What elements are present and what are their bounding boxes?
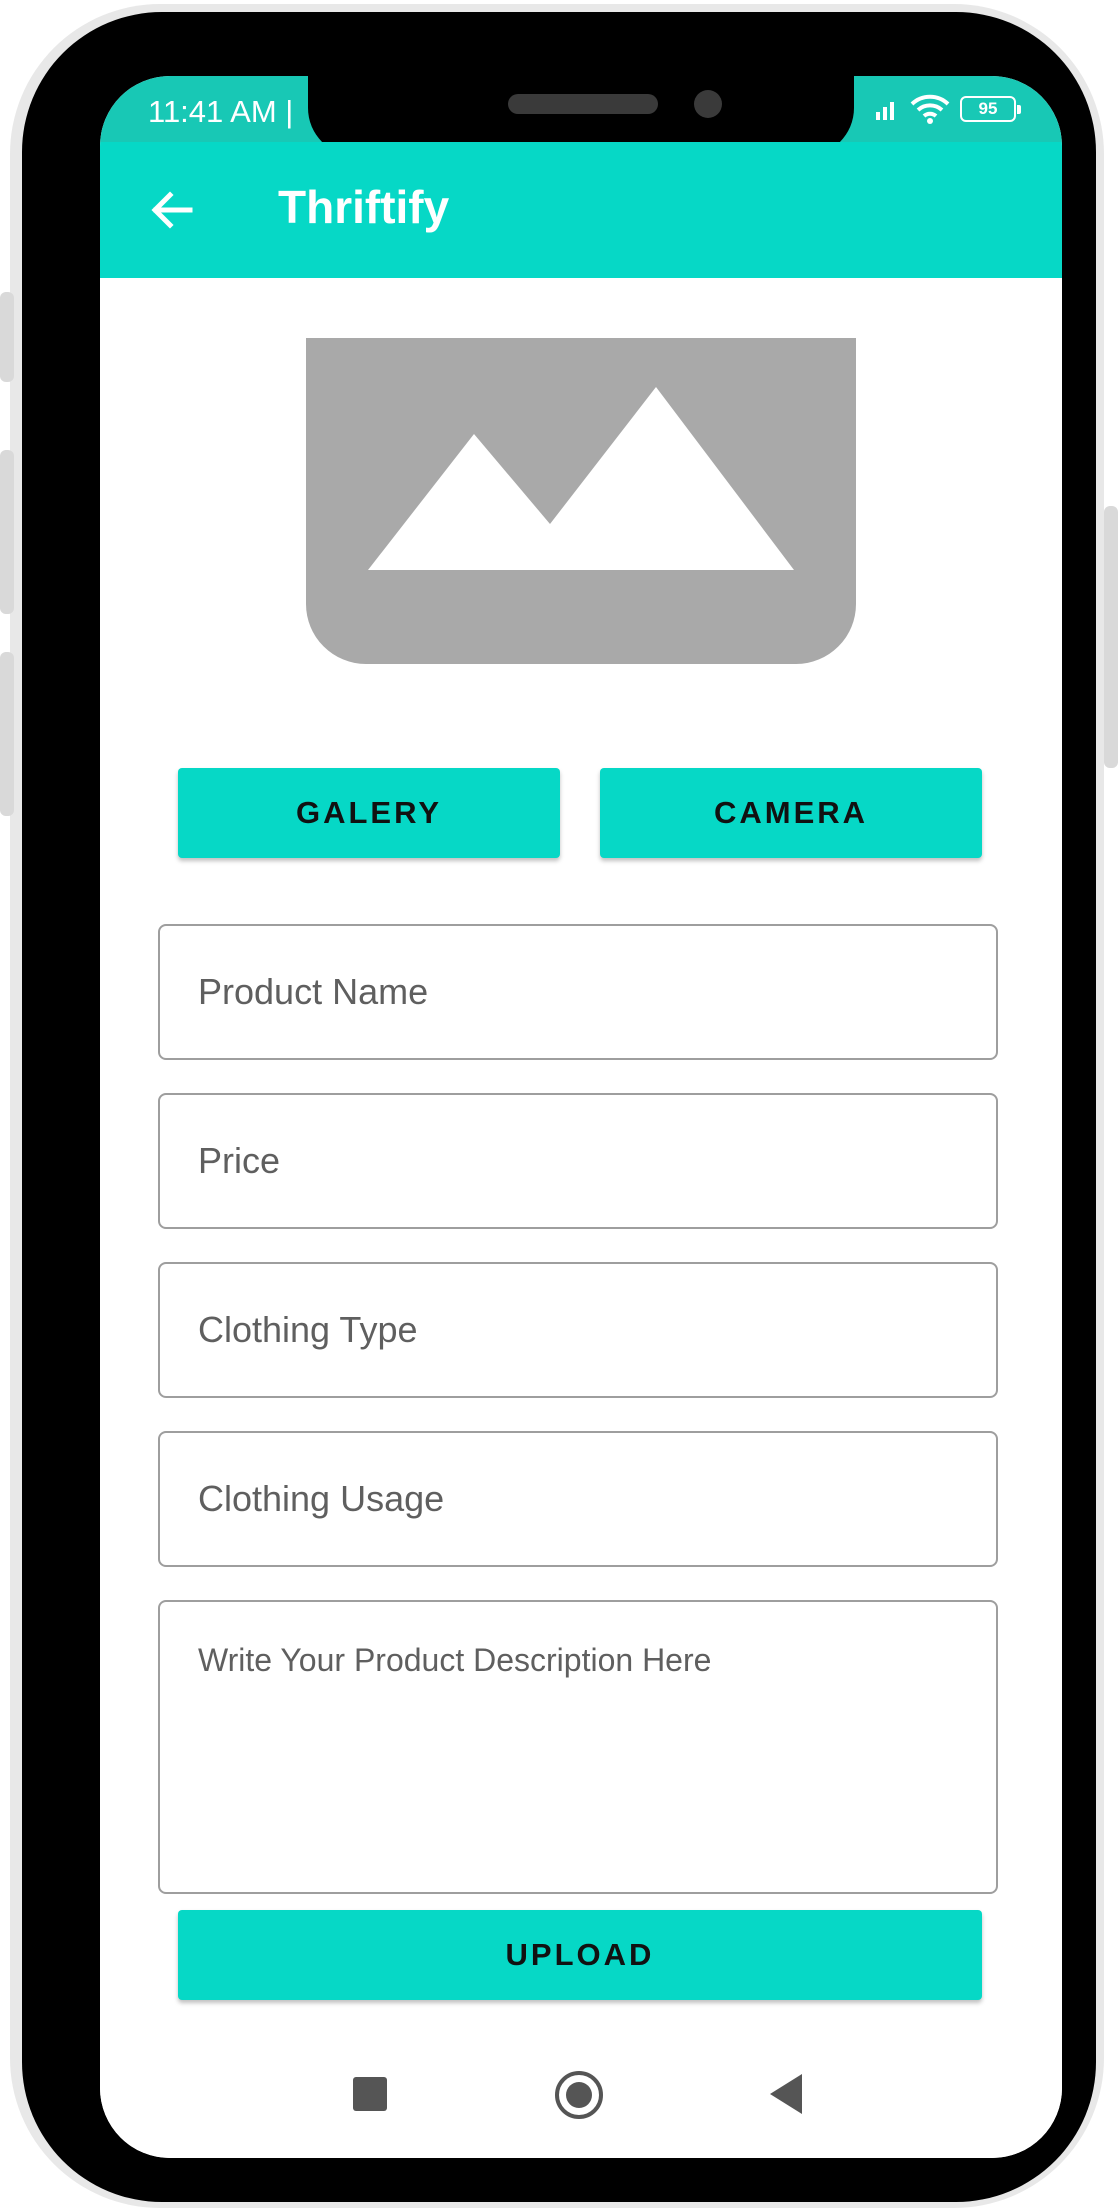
screen: 11:41 AM | 95 Thriftify GALERY CAMERA Pr…	[100, 76, 1062, 2158]
description-textarea[interactable]	[160, 1602, 996, 1892]
upload-button[interactable]: UPLOAD	[178, 1910, 982, 2000]
clothing-usage-input[interactable]	[160, 1433, 996, 1565]
system-nav-bar	[100, 2028, 1062, 2158]
battery-level: 95	[978, 99, 998, 118]
speaker-grille	[508, 94, 658, 114]
clothing-type-input[interactable]	[160, 1264, 996, 1396]
price-field	[158, 1093, 998, 1229]
back-triangle-icon[interactable]	[768, 2072, 804, 2116]
back-arrow-icon[interactable]	[148, 186, 196, 234]
power-button	[1104, 506, 1118, 768]
wifi-icon	[910, 94, 950, 124]
status-icons: 95	[874, 94, 1021, 124]
gallery-button[interactable]: GALERY	[178, 768, 560, 858]
camera-button[interactable]: CAMERA	[600, 768, 982, 858]
description-field	[158, 1600, 998, 1894]
clothing-usage-field	[158, 1431, 998, 1567]
clothing-type-field	[158, 1262, 998, 1398]
signal-icon	[876, 102, 894, 120]
status-time: 11:41 AM |	[148, 94, 294, 129]
product-name-input[interactable]	[160, 926, 996, 1058]
product-name-field	[158, 924, 998, 1060]
front-camera	[694, 90, 722, 118]
home-circle-icon[interactable]	[554, 2070, 604, 2120]
phone-side-button	[0, 292, 14, 382]
app-bar: Thriftify	[100, 142, 1062, 278]
recents-square-icon[interactable]	[352, 2076, 388, 2112]
price-input[interactable]	[160, 1095, 996, 1227]
page-title: Thriftify	[278, 181, 450, 233]
phone-body: 11:41 AM | 95 Thriftify GALERY CAMERA Pr…	[22, 12, 1096, 2202]
image-placeholder-icon[interactable]	[306, 338, 856, 664]
volume-down-button	[0, 652, 14, 816]
volume-up-button	[0, 450, 14, 614]
battery-icon: 95	[960, 96, 1021, 122]
